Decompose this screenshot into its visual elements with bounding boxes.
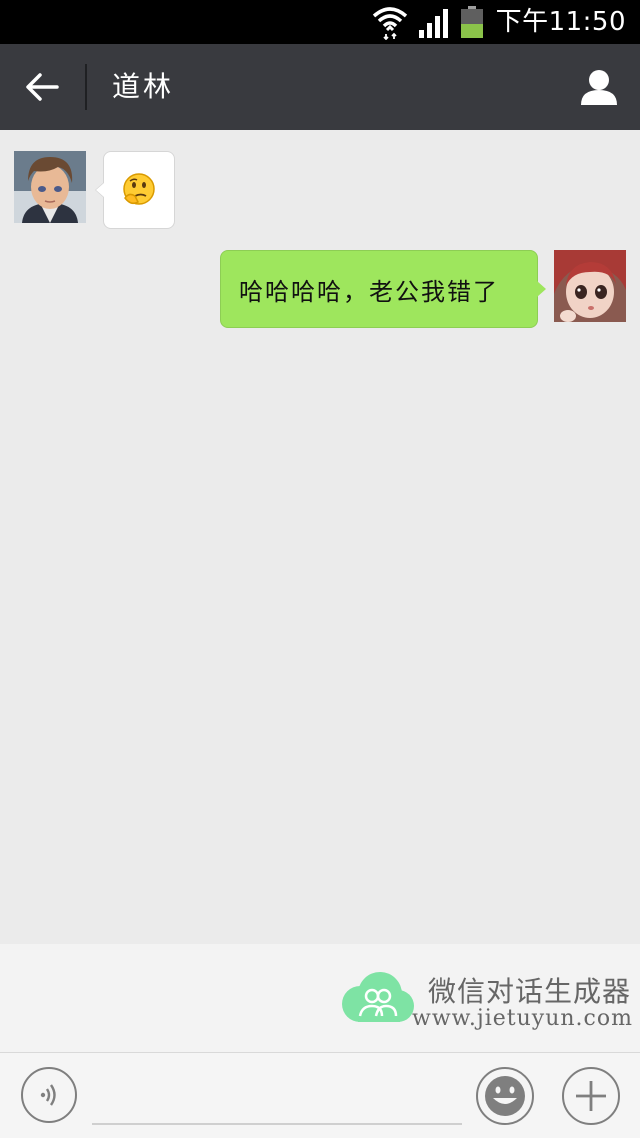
status-time: 下午11:50 (495, 7, 626, 37)
plus-icon (576, 1081, 606, 1111)
female-doll-avatar (554, 250, 626, 322)
contact-avatar[interactable] (14, 151, 86, 223)
received-message-bubble[interactable] (95, 151, 175, 229)
more-button[interactable] (562, 1067, 620, 1125)
watermark-url: www.jietuyun.com (412, 1006, 633, 1031)
wifi-icon (372, 7, 408, 40)
cloud-users-icon (342, 972, 414, 1022)
status-bar: 下午11:50 (0, 0, 640, 44)
thinking-face-emoji (123, 173, 155, 205)
message-input[interactable] (92, 1069, 462, 1125)
voice-button[interactable] (21, 1067, 77, 1123)
person-icon (581, 70, 617, 105)
chat-header: 道林 (0, 44, 640, 130)
voice-icon (40, 1084, 56, 1106)
arrow-left-icon (26, 73, 59, 101)
user-avatar[interactable] (554, 250, 626, 322)
signal-icon (419, 9, 448, 38)
emoji-button[interactable] (476, 1067, 534, 1125)
header-divider (85, 64, 87, 110)
profile-button[interactable] (574, 62, 624, 112)
sent-message-bubble[interactable]: 哈哈哈哈，老公我错了 (220, 250, 546, 328)
chat-title: 道林 (112, 70, 175, 103)
smiley-icon (485, 1076, 525, 1116)
back-button[interactable] (14, 62, 70, 112)
male-cartoon-avatar (14, 151, 86, 223)
battery-icon (461, 6, 483, 38)
input-bar (0, 1052, 640, 1138)
watermark-title: 微信对话生成器 (428, 975, 632, 1008)
message-text: 哈哈哈哈，老公我错了 (239, 277, 499, 306)
